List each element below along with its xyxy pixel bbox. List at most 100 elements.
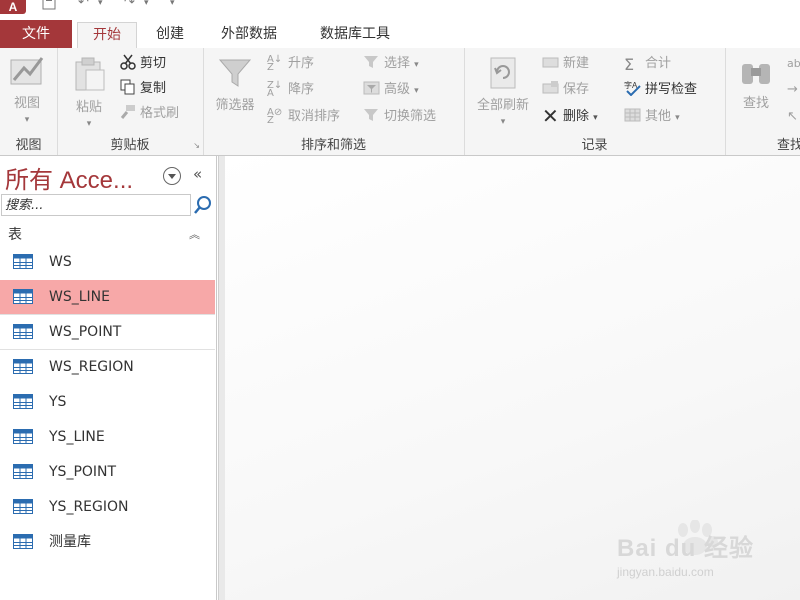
clipboard-group-label: 剪贴板 <box>110 138 150 153</box>
toggle-filter-icon <box>363 107 381 123</box>
filter-icon <box>218 59 252 87</box>
customize-toolbar-icon[interactable]: ▾ <box>170 0 175 10</box>
nav-table-item[interactable]: WS <box>0 245 215 279</box>
svg-text:字A: 字A <box>624 80 638 90</box>
nav-table-item-label: WS_LINE <box>49 289 110 305</box>
table-icon <box>13 429 33 444</box>
nav-table-item-label: WS_POINT <box>49 324 122 340</box>
paste-dropdown-icon: ▾ <box>86 119 92 129</box>
view-button-label: 视图 <box>13 96 40 111</box>
toggle-filter-label: 切换筛选 <box>384 109 437 124</box>
workspace-splitter[interactable] <box>218 156 225 600</box>
nav-table-item[interactable]: YS_LINE <box>0 420 215 454</box>
sort-ascending-button[interactable]: A↓ Z 升序 <box>267 54 314 74</box>
nav-table-item[interactable]: WS_POINT <box>0 315 215 349</box>
tables-group-header[interactable]: 表 <box>8 224 22 244</box>
records-group: 全部刷新 ▾ 新建 保存 ✕ 删除 ▾ Σ 合计 字A 拼写检查 其他 ▾ 记录 <box>464 48 726 155</box>
sort-descending-label: 降序 <box>288 82 315 97</box>
selection-button[interactable]: 选择 ▾ <box>363 54 419 74</box>
save-record-button[interactable]: 保存 <box>542 80 589 100</box>
spelling-label: 拼写检查 <box>645 82 698 97</box>
more-dropdown-icon: ▾ <box>675 113 680 123</box>
clipboard-group: 粘贴 ▾ 剪切 复制 格式刷 剪贴板 ↘ <box>57 48 204 155</box>
tab-file[interactable]: 文件 <box>0 20 72 48</box>
goto-icon[interactable]: → <box>787 80 798 100</box>
delete-dropdown-icon: ▾ <box>593 113 598 123</box>
advanced-button[interactable]: 高级 ▾ <box>363 80 419 100</box>
save-record-icon <box>542 80 560 96</box>
filter-button[interactable]: 筛选器 <box>207 56 263 113</box>
nav-menu-dropdown-icon[interactable] <box>163 167 181 185</box>
spelling-check-icon: 字A <box>624 80 642 97</box>
copy-icon <box>119 79 137 95</box>
nav-table-item[interactable]: YS <box>0 385 215 419</box>
view-group: 视图 ▾ 视图 <box>0 48 58 155</box>
undo-icon[interactable]: ↶ <box>78 0 89 10</box>
clear-sort-label: 取消排序 <box>288 109 341 124</box>
refresh-icon <box>490 57 516 89</box>
find-button[interactable]: 查找 <box>731 56 781 111</box>
replace-icon[interactable]: ab→ <box>787 54 800 74</box>
paste-button-label: 粘贴 <box>75 100 102 115</box>
watermark-url: jingyan.baidu.com <box>617 565 714 579</box>
copy-button[interactable]: 复制 <box>119 79 166 99</box>
delete-record-label: 删除 <box>563 109 590 124</box>
nav-table-item[interactable]: WS_REGION <box>0 350 215 384</box>
refresh-all-button[interactable]: 全部刷新 ▾ <box>470 56 536 128</box>
more-button[interactable]: 其他 ▾ <box>624 107 680 127</box>
sort-filter-group: 筛选器 A↓ Z 升序 Z↓ A 降序 A⊘ Z 取消排序 选择 ▾ 高级 ▾ 切换筛选 排… <box>203 48 465 155</box>
nav-table-item[interactable]: YS_REGION <box>0 490 215 524</box>
toggle-filter-button[interactable]: 切换筛选 <box>363 107 436 127</box>
spelling-button[interactable]: 字A 拼写检查 <box>624 80 697 100</box>
format-painter-label: 格式刷 <box>140 106 180 121</box>
ribbon-tabs: 文件 开始 创建 外部数据 数据库工具 <box>0 18 800 50</box>
cut-label: 剪切 <box>140 56 167 71</box>
access-logo-icon: A <box>0 0 26 14</box>
totals-label: 合计 <box>645 56 672 71</box>
clipboard-launcher-icon[interactable]: ↘ <box>193 141 200 150</box>
tab-home[interactable]: 开始 <box>77 22 137 50</box>
redo-dropdown-icon[interactable]: ▾ <box>144 0 149 10</box>
copy-label: 复制 <box>140 81 167 96</box>
collapse-pane-icon[interactable]: « <box>193 165 202 183</box>
selection-filter-icon <box>363 54 381 70</box>
nav-pane-title[interactable]: 所有 Acce... <box>5 160 133 195</box>
tab-database-tools[interactable]: 数据库工具 <box>302 22 408 48</box>
chevron-up-icon[interactable]: ︽ <box>189 226 200 242</box>
find-group: 查找 ab→ → ↖ 查找 <box>725 48 800 155</box>
undo-dropdown-icon[interactable]: ▾ <box>98 0 103 10</box>
sort-descending-button[interactable]: Z↓ A 降序 <box>267 80 314 100</box>
view-icon <box>10 57 44 85</box>
nav-search-input[interactable]: 搜索... <box>1 194 191 216</box>
format-painter-button[interactable]: 格式刷 <box>119 104 179 124</box>
delete-record-button[interactable]: ✕ 删除 ▾ <box>542 104 598 128</box>
sort-ascending-icon: A↓ Z <box>267 54 283 73</box>
ribbon: 视图 ▾ 视图 粘贴 ▾ 剪切 复制 格式刷 剪贴板 ↘ 筛选器 A↓ Z 升序… <box>0 48 800 156</box>
nav-table-item[interactable]: YS_POINT <box>0 455 215 489</box>
table-icon <box>13 394 33 409</box>
quick-access-toolbar: A ↶ ▾ ↷ ▾ ▾ <box>0 0 800 18</box>
delete-icon: ✕ <box>542 104 559 128</box>
search-icon[interactable] <box>192 194 214 216</box>
sort-filter-group-label: 排序和筛选 <box>300 138 366 153</box>
cut-button[interactable]: 剪切 <box>119 54 166 74</box>
nav-table-item[interactable]: 测量库 <box>0 525 215 559</box>
redo-icon[interactable]: ↷ <box>124 0 135 10</box>
select-icon[interactable]: ↖ <box>787 107 798 127</box>
tab-external-data[interactable]: 外部数据 <box>206 22 292 48</box>
tab-create[interactable]: 创建 <box>140 22 200 48</box>
nav-table-item-label: YS_LINE <box>49 429 105 445</box>
paste-button[interactable]: 粘贴 ▾ <box>67 56 111 130</box>
advanced-filter-icon <box>363 80 381 96</box>
nav-table-item-label: YS_REGION <box>49 499 129 515</box>
new-record-icon <box>542 54 560 70</box>
refresh-dropdown-icon: ▾ <box>500 117 506 127</box>
new-record-button[interactable]: 新建 <box>542 54 589 74</box>
totals-button[interactable]: Σ 合计 <box>624 54 671 74</box>
save-icon[interactable] <box>42 0 56 10</box>
clear-sort-button[interactable]: A⊘ Z 取消排序 <box>267 107 340 127</box>
view-button[interactable]: 视图 ▾ <box>4 54 50 126</box>
format-painter-icon <box>119 104 137 120</box>
nav-table-item[interactable]: WS_LINE <box>0 280 215 314</box>
selection-dropdown-icon: ▾ <box>414 60 419 70</box>
